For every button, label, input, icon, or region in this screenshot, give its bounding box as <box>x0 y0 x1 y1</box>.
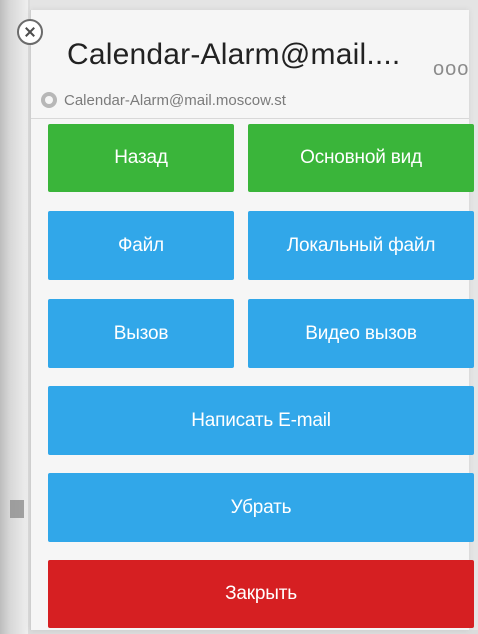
main-view-button[interactable]: Основной вид <box>248 124 474 192</box>
call-button[interactable]: Вызов <box>48 299 234 368</box>
top-edge <box>30 0 478 10</box>
video-call-button[interactable]: Видео вызов <box>248 299 474 368</box>
back-button[interactable]: Назад <box>48 124 234 192</box>
close-button[interactable]: Закрыть <box>48 560 474 628</box>
popup-stage: Calendar-Alarm@mail.... ooo Calendar-Ala… <box>0 0 478 634</box>
background-notch <box>10 500 24 518</box>
contact-subtitle: Calendar-Alarm@mail.moscow.st <box>64 92 286 109</box>
local-file-button[interactable]: Локальный файл <box>248 211 474 280</box>
background-window-strip <box>0 0 28 634</box>
contact-icon <box>41 92 57 108</box>
header-divider <box>31 118 469 119</box>
more-options-icon[interactable]: ooo <box>433 58 469 81</box>
file-button[interactable]: Файл <box>48 211 234 280</box>
write-email-button[interactable]: Написать E-mail <box>48 386 474 455</box>
close-circle-icon[interactable] <box>17 19 43 45</box>
contact-action-panel: Calendar-Alarm@mail.... ooo Calendar-Ala… <box>30 10 474 630</box>
contact-title: Calendar-Alarm@mail.... <box>67 38 401 71</box>
remove-button[interactable]: Убрать <box>48 473 474 542</box>
